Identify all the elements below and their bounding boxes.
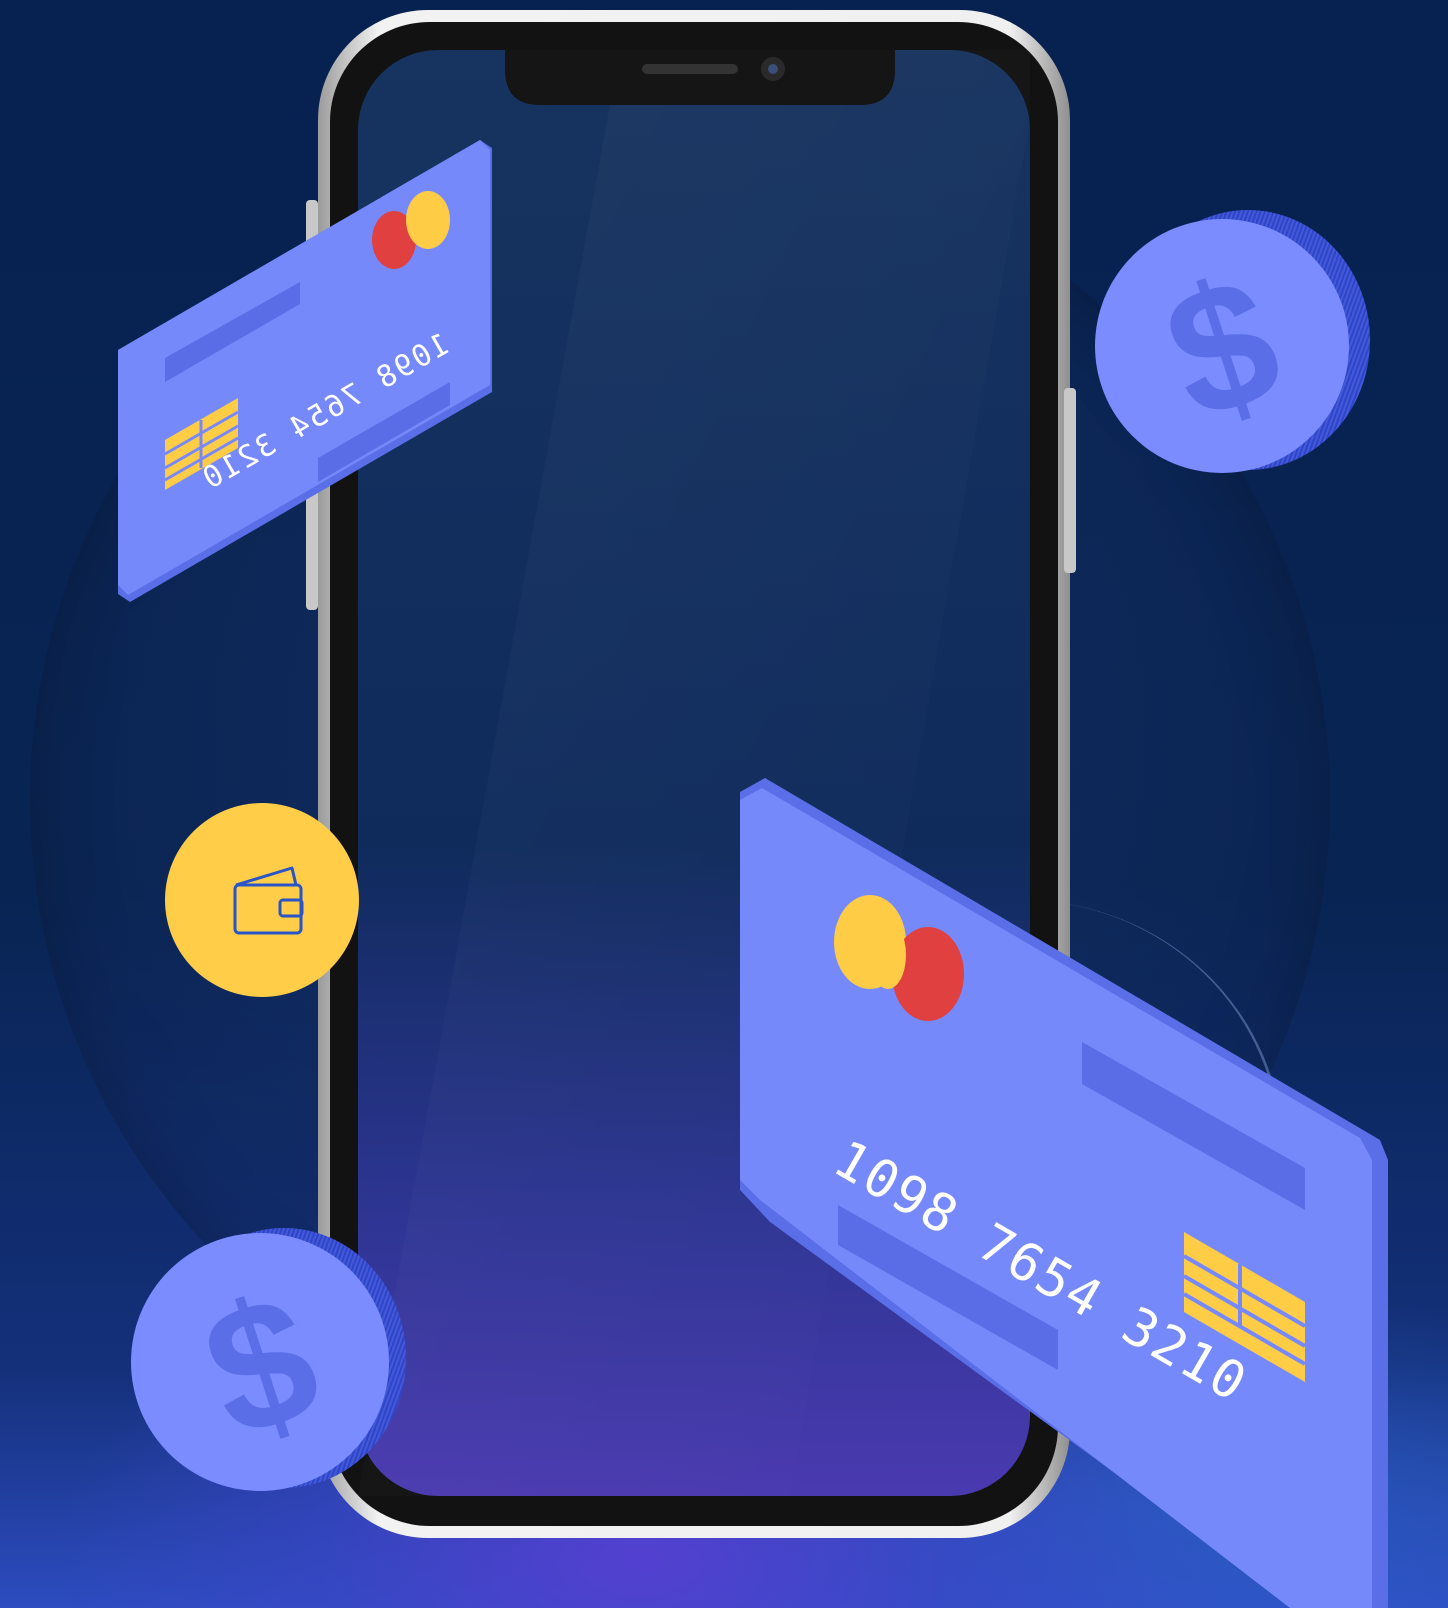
speaker-grille	[642, 64, 738, 74]
artwork: 1098 7654 3210 $ $ 1098 7654 3210	[118, 10, 1388, 1608]
logo-circle-right	[406, 191, 450, 249]
illustration-scene: 1098 7654 3210 $ $ 1098 7654 3210	[0, 0, 1448, 1608]
dollar-coin-top: $	[1095, 210, 1370, 473]
wallet-badge	[165, 803, 359, 997]
side-button	[1064, 388, 1076, 573]
badge-circle	[165, 803, 359, 997]
dollar-coin-bottom: $	[131, 1228, 406, 1491]
camera-lens	[768, 64, 778, 74]
logo-overlap	[870, 921, 906, 989]
phone-notch	[505, 50, 895, 105]
